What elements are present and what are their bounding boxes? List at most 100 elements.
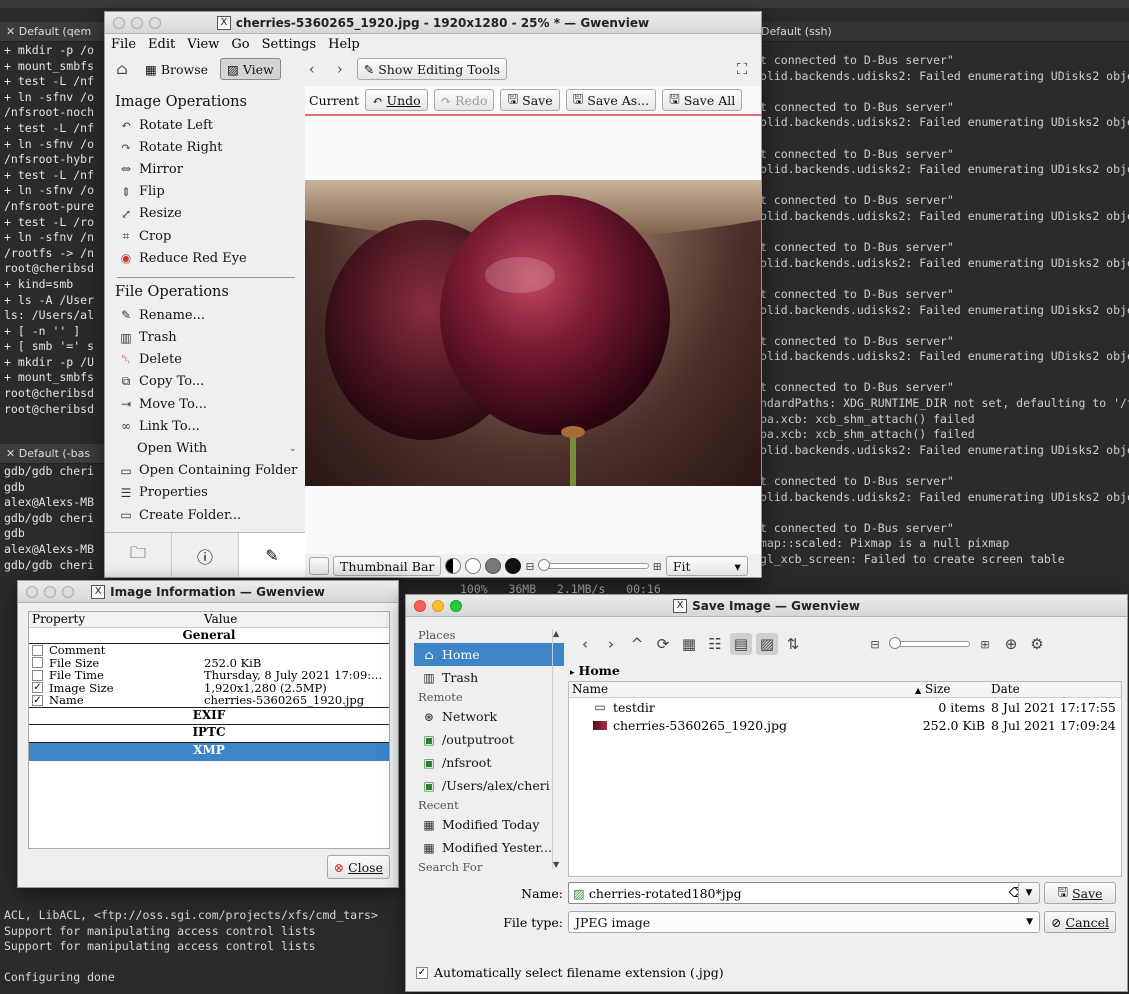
operations-tab[interactable]: ✎ bbox=[239, 533, 305, 577]
zoom-window-button[interactable] bbox=[149, 17, 161, 29]
place--outputroot[interactable]: ▣ /outputroot bbox=[414, 728, 564, 751]
sort-icon[interactable]: ⇅ bbox=[782, 633, 804, 655]
save-as-button[interactable]: 🖫 Save As... bbox=[565, 89, 657, 111]
action-properties[interactable]: ☰ Properties bbox=[105, 482, 305, 504]
metadata-checkbox[interactable] bbox=[32, 644, 43, 656]
place-trash[interactable]: ▥ Trash bbox=[414, 666, 564, 689]
action-new-folder[interactable]: ▭ Create Folder... bbox=[105, 504, 305, 526]
place--users-alex-cheri[interactable]: ▣ /Users/alex/cheri bbox=[414, 774, 564, 797]
fullscreen-icon[interactable]: ⛶ bbox=[731, 58, 753, 80]
background-neutral-icon[interactable] bbox=[485, 558, 502, 574]
column-header-property[interactable]: Property bbox=[29, 612, 204, 627]
section-exif[interactable]: EXIF bbox=[29, 706, 389, 725]
information-tab[interactable]: ⓘ bbox=[172, 533, 239, 577]
forward-icon[interactable]: › bbox=[329, 58, 351, 80]
history-dropdown[interactable]: ▼ bbox=[1018, 882, 1040, 904]
metadata-row[interactable]: ✓ Name cherries-5360265_1920.jpg bbox=[29, 694, 389, 707]
save-all-button[interactable]: 🖫 Save All bbox=[662, 89, 743, 111]
metadata-checkbox[interactable]: ✓ bbox=[32, 694, 43, 706]
show-editing-tools-button[interactable]: ✎ Show Editing Tools bbox=[356, 58, 508, 80]
menu-go[interactable]: Go bbox=[231, 37, 249, 52]
action-trash[interactable]: ▥ Trash bbox=[105, 327, 305, 349]
menu-view[interactable]: View bbox=[187, 37, 219, 52]
place-modified-yester-[interactable]: ▦ Modified Yester... bbox=[414, 836, 564, 859]
minimize-window-button[interactable] bbox=[131, 17, 143, 29]
background-light-icon[interactable] bbox=[465, 558, 482, 574]
auto-extension-option[interactable]: ✓ Automatically select filename extensio… bbox=[416, 965, 724, 980]
icon-size-slider-handle[interactable] bbox=[889, 637, 901, 649]
icon-size-slider[interactable] bbox=[889, 637, 970, 649]
terminal-tab-ssh[interactable]: Default (ssh) bbox=[755, 22, 1129, 42]
action-crop[interactable]: ⌗ Crop bbox=[105, 225, 305, 247]
action-open-with[interactable]: Open With ⌄ bbox=[105, 437, 305, 459]
column-header-date[interactable]: Date bbox=[985, 682, 1121, 697]
column-header-size[interactable]: ▲ Size bbox=[915, 682, 985, 697]
zoom-out-icon[interactable]: ⊟ bbox=[525, 560, 534, 573]
options-icon[interactable]: ⚙ bbox=[1026, 633, 1048, 655]
action-move-to[interactable]: ⇥ Move To... bbox=[105, 393, 305, 415]
column-header-name[interactable]: Name bbox=[569, 682, 915, 697]
action-rename[interactable]: ✎ Rename... bbox=[105, 304, 305, 326]
thumbnail-bar-button[interactable]: Thumbnail Bar bbox=[333, 556, 442, 576]
new-folder-icon[interactable]: ⊕ bbox=[1000, 633, 1022, 655]
section-general[interactable]: General bbox=[29, 628, 389, 644]
folders-tab[interactable]: 🗀 bbox=[105, 533, 172, 577]
action-red-eye[interactable]: ◉ Reduce Red Eye bbox=[105, 247, 305, 269]
redo-button[interactable]: ↷ Redo bbox=[433, 89, 495, 111]
places-scrollbar[interactable]: ▲ ▼ bbox=[552, 629, 562, 869]
action-copy-to[interactable]: ⧉ Copy To... bbox=[105, 371, 305, 393]
filetype-select[interactable]: JPEG image ▼ bbox=[568, 911, 1040, 933]
file-row[interactable]: cherries-5360265_1920.jpg 252.0 KiB 8 Ju… bbox=[569, 716, 1121, 734]
preview-icon[interactable]: ▨ bbox=[756, 633, 778, 655]
back-icon[interactable]: ‹ bbox=[574, 633, 596, 655]
metadata-row[interactable]: Comment bbox=[29, 644, 389, 657]
icon-view-icon[interactable]: ▦ bbox=[678, 633, 700, 655]
section-iptc[interactable]: IPTC bbox=[29, 725, 389, 743]
home-icon[interactable]: ⌂ bbox=[111, 58, 133, 80]
column-header-value[interactable]: Value bbox=[204, 612, 389, 627]
zoom-in-icon[interactable]: ⊞ bbox=[974, 633, 996, 655]
action-folder[interactable]: ▭ Open Containing Folder bbox=[105, 460, 305, 482]
action-flip[interactable]: ⇕ Flip bbox=[105, 181, 305, 203]
close-icon[interactable]: ✕ bbox=[6, 25, 19, 38]
undo-button[interactable]: ↶ Undo bbox=[365, 89, 428, 111]
close-window-button[interactable] bbox=[414, 600, 426, 612]
terminal-tab-bash[interactable]: ✕ Default (-bas bbox=[0, 444, 110, 464]
browse-button[interactable]: ▦ Browse bbox=[139, 58, 214, 80]
zoom-slider[interactable] bbox=[537, 559, 649, 571]
close-window-button[interactable] bbox=[113, 17, 125, 29]
auto-extension-checkbox[interactable]: ✓ bbox=[416, 966, 428, 979]
close-icon[interactable]: ✕ bbox=[6, 447, 19, 460]
action-rotate-left[interactable]: ↶ Rotate Left bbox=[105, 114, 305, 136]
metadata-row[interactable]: ✓ Image Size 1,920x1,280 (2.5MP) bbox=[29, 682, 389, 695]
action-mirror[interactable]: ⇔ Mirror bbox=[105, 158, 305, 180]
place-modified-today[interactable]: ▦ Modified Today bbox=[414, 813, 564, 836]
file-row[interactable]: ▭ testdir 0 items 8 Jul 2021 17:17:55 bbox=[569, 698, 1121, 716]
detail-view-icon[interactable]: ▤ bbox=[730, 633, 752, 655]
close-button[interactable]: ⊗ Close bbox=[326, 855, 390, 879]
menu-help[interactable]: Help bbox=[328, 37, 360, 52]
zoom-mode-select[interactable]: Fit ▾ bbox=[665, 556, 748, 576]
save-dialog-save-button[interactable]: 🖫 Save bbox=[1044, 882, 1116, 904]
filename-input[interactable]: ▨ cherries-rotated180*jpg ⌫ bbox=[568, 882, 1032, 904]
fullscreen-toggle[interactable] bbox=[309, 557, 329, 575]
background-dark-icon[interactable] bbox=[505, 558, 522, 574]
view-button[interactable]: ▨ View bbox=[220, 58, 281, 80]
breadcrumb[interactable]: ▸ Home bbox=[570, 663, 620, 678]
menu-settings[interactable]: Settings bbox=[262, 37, 317, 52]
action-delete[interactable]: ␡ Delete bbox=[105, 349, 305, 371]
place--nfsroot[interactable]: ▣ /nfsroot bbox=[414, 751, 564, 774]
place-network[interactable]: ⊛ Network bbox=[414, 705, 564, 728]
close-window-button[interactable] bbox=[26, 586, 38, 598]
action-rotate-right[interactable]: ↷ Rotate Right bbox=[105, 136, 305, 158]
minimize-window-button[interactable] bbox=[432, 600, 444, 612]
background-auto-icon[interactable] bbox=[445, 558, 462, 574]
section-xmp[interactable]: XMP bbox=[29, 742, 389, 761]
metadata-checkbox[interactable] bbox=[32, 669, 43, 681]
image-view-area[interactable]: Current ↶ Undo ↷ Redo 🖫 Save 🖫 Save As... 🖫 S… bbox=[305, 86, 761, 554]
reload-icon[interactable]: ⟳ bbox=[652, 633, 674, 655]
minimize-window-button[interactable] bbox=[44, 586, 56, 598]
menu-edit[interactable]: Edit bbox=[148, 37, 175, 52]
zoom-slider-handle[interactable] bbox=[537, 559, 550, 571]
zoom-out-icon[interactable]: ⊟ bbox=[864, 633, 886, 655]
